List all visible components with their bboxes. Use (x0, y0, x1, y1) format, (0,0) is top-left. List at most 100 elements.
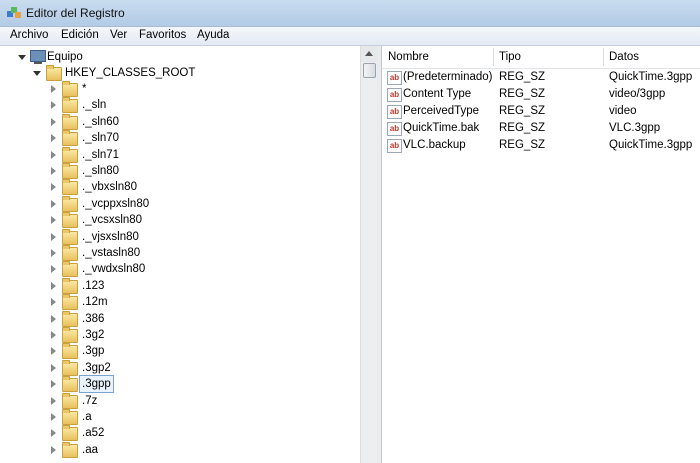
expander-closed-icon[interactable] (51, 331, 56, 339)
expander-closed-icon[interactable] (51, 117, 56, 126)
tree-label-equipo: Equipo (47, 51, 83, 63)
cell-datos: video (609, 105, 637, 117)
tree-label: .3gp2 (82, 361, 111, 374)
tree-item[interactable]: .3g2 (0, 327, 360, 343)
window-title: Editor del Registro (26, 6, 125, 20)
tree-label: .3gpp (79, 375, 114, 394)
list-row[interactable]: ab (Predeterminado) REG_SZ QuickTime.3gpp (382, 69, 700, 86)
tree-item[interactable]: ._vjsxsln80 (0, 228, 360, 245)
expander-closed-icon[interactable] (51, 445, 56, 454)
string-value-icon: ab (387, 122, 402, 136)
menu-favoritos[interactable]: Favoritos (139, 29, 186, 41)
folder-icon (46, 65, 62, 81)
expander-closed-icon[interactable] (51, 199, 56, 208)
list-row[interactable]: ab Content Type REG_SZ video/3gpp (382, 86, 700, 103)
tree-label: ._vbxsln80 (82, 181, 137, 194)
folder-icon (62, 245, 78, 261)
column-header-nombre[interactable]: Nombre (388, 46, 429, 68)
expander-closed-icon[interactable] (51, 380, 56, 389)
tree-label: .3gp (82, 345, 105, 358)
expander-closed-icon[interactable] (51, 363, 56, 372)
tree-item[interactable]: ._vbxsln80 (0, 179, 360, 196)
folder-icon (62, 359, 78, 376)
tree-item[interactable]: .3gpp (0, 375, 360, 394)
expander-closed-icon[interactable] (51, 232, 56, 241)
menu-ver[interactable]: Ver (110, 29, 127, 41)
vertical-scrollbar[interactable] (360, 46, 377, 463)
tree-item[interactable]: .aa (0, 441, 360, 458)
tree-item[interactable]: ._vwdxsln80 (0, 261, 360, 278)
tree-item[interactable]: .3gp2 (0, 359, 360, 376)
column-header-tipo[interactable]: Tipo (499, 46, 521, 68)
scroll-up-arrow-icon[interactable] (361, 46, 377, 62)
tree-label: ._sln (82, 99, 107, 112)
tree-item[interactable]: ._vcppxsln80 (0, 195, 360, 212)
cell-datos: QuickTime.3gpp (609, 71, 693, 83)
expander-closed-icon[interactable] (51, 249, 56, 257)
column-separator[interactable] (603, 48, 604, 66)
list-row[interactable]: ab PerceivedType REG_SZ video (382, 103, 700, 120)
menu-ayuda[interactable]: Ayuda (197, 29, 229, 41)
expander-closed-icon[interactable] (51, 265, 56, 274)
tree-item[interactable]: ._vstasln80 (0, 245, 360, 261)
cell-tipo: REG_SZ (499, 122, 546, 134)
expander-open-icon[interactable] (18, 55, 26, 60)
cell-nombre: PerceivedType (403, 105, 480, 117)
tree-item[interactable]: .386 (0, 310, 360, 327)
tree-item-equipo[interactable]: Equipo (0, 49, 360, 65)
expander-closed-icon[interactable] (51, 281, 56, 290)
folder-icon (62, 409, 78, 425)
tree-item[interactable]: ._sln60 (0, 113, 360, 130)
tree-label: .386 (82, 312, 105, 325)
column-header-datos[interactable]: Datos (609, 46, 639, 68)
expander-closed-icon[interactable] (51, 298, 56, 307)
values-list[interactable]: Nombre Tipo Datos ab (Predeterminado) REG_… (382, 46, 700, 463)
expander-closed-icon[interactable] (51, 101, 56, 110)
expander-closed-icon[interactable] (51, 216, 56, 225)
tree-item[interactable]: .3gp (0, 343, 360, 360)
tree-label-hkcr: HKEY_CLASSES_ROOT (65, 67, 196, 79)
tree-item-hkcr[interactable]: HKEY_CLASSES_ROOT (0, 65, 360, 81)
expander-closed-icon[interactable] (51, 85, 56, 93)
tree-item[interactable]: * (0, 81, 360, 97)
tree-label: .aa (82, 443, 98, 456)
string-value-icon: ab (387, 88, 402, 102)
tree-item[interactable]: .a52 (0, 425, 360, 442)
list-row[interactable]: ab VLC.backup REG_SZ QuickTime.3gpp (382, 137, 700, 154)
cell-nombre: Content Type (403, 88, 472, 100)
tree-item[interactable]: ._sln80 (0, 163, 360, 179)
folder-icon (62, 163, 78, 179)
cell-nombre: VLC.backup (403, 139, 466, 151)
menu-edicion[interactable]: Edición (61, 29, 99, 41)
expander-closed-icon[interactable] (51, 314, 56, 323)
expander-closed-icon[interactable] (51, 396, 56, 405)
tree-item[interactable]: ._sln71 (0, 146, 360, 163)
tree-label: ._vjsxsln80 (82, 230, 139, 243)
tree-item[interactable]: .a (0, 409, 360, 425)
tree-label: ._sln80 (82, 165, 120, 177)
menu-bar: Archivo Edición Ver Favoritos Ayuda (0, 27, 700, 46)
tree-item[interactable]: .7z (0, 392, 360, 409)
scroll-thumb[interactable] (363, 63, 376, 78)
expander-closed-icon[interactable] (51, 413, 56, 421)
tree-label: ._vwdxsln80 (82, 263, 146, 276)
tree-label: ._vstasln80 (82, 247, 141, 259)
tree-item[interactable]: ._vcsxsln80 (0, 212, 360, 229)
expander-closed-icon[interactable] (51, 183, 56, 192)
expander-closed-icon[interactable] (51, 347, 56, 356)
list-row[interactable]: ab QuickTime.bak REG_SZ VLC.3gpp (382, 120, 700, 137)
expander-closed-icon[interactable] (51, 429, 56, 438)
tree-label: .7z (82, 394, 98, 407)
expander-closed-icon[interactable] (51, 167, 56, 175)
tree-item[interactable]: .123 (0, 277, 360, 294)
folder-icon (62, 343, 78, 360)
expander-open-icon[interactable] (33, 71, 41, 76)
expander-closed-icon[interactable] (51, 150, 56, 159)
menu-archivo[interactable]: Archivo (10, 29, 48, 41)
column-separator[interactable] (493, 48, 494, 66)
tree-item[interactable]: ._sln70 (0, 130, 360, 147)
registry-tree[interactable]: Equipo HKEY_CLASSES_ROOT * ._sln ._sln60 ._… (0, 46, 378, 463)
tree-item[interactable]: .12m (0, 294, 360, 311)
expander-closed-icon[interactable] (51, 134, 56, 143)
tree-item[interactable]: ._sln (0, 97, 360, 114)
